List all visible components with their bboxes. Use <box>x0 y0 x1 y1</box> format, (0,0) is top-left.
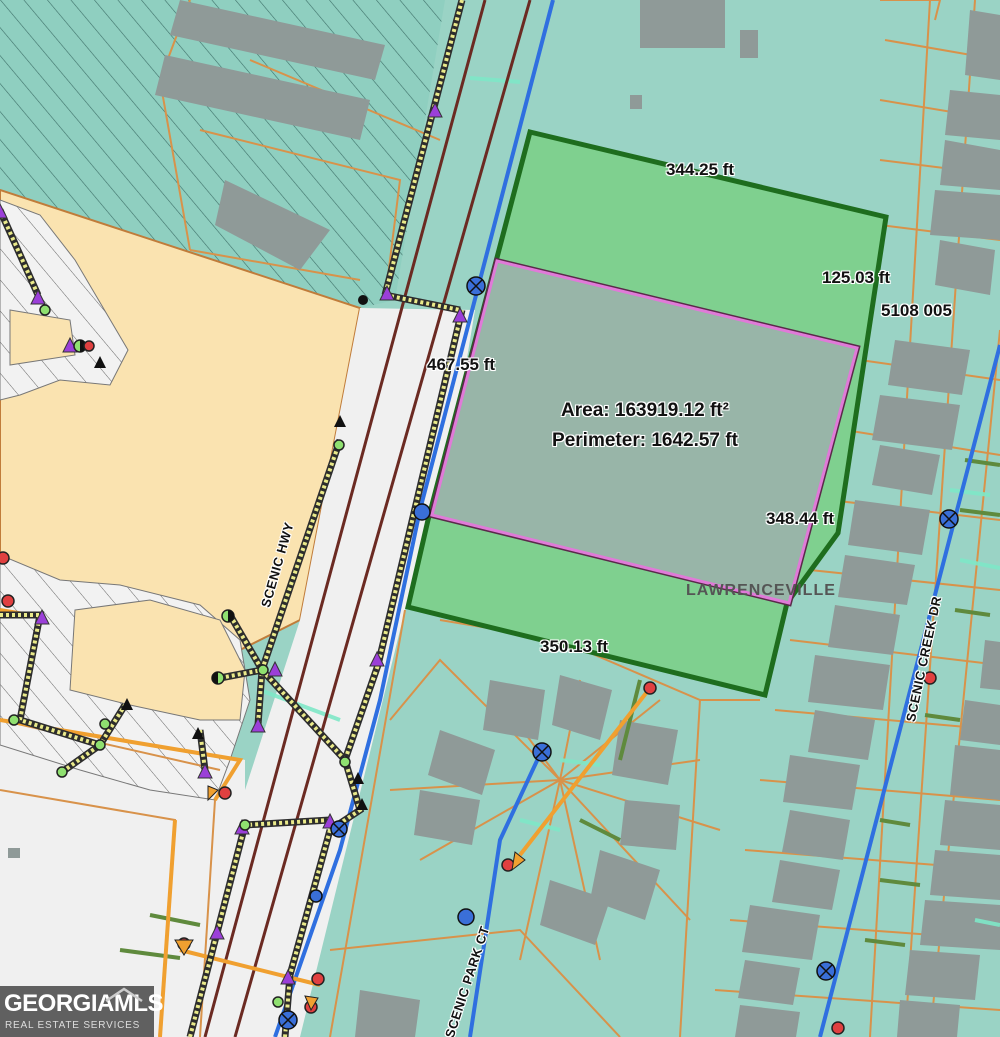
selection-area-label: Area: 163919.12 ft² <box>561 400 729 421</box>
selection-perimeter-label: Perimeter: 1642.57 ft <box>552 430 738 451</box>
map-canvas[interactable] <box>0 0 1000 1037</box>
georgia-mls-logo: GEORGIAMLS REAL ESTATE SERVICES <box>0 986 164 1037</box>
measurement-right-edge: 348.44 ft <box>766 509 835 528</box>
measurement-top-edge: 344.25 ft <box>666 160 735 179</box>
roof-icon <box>105 987 143 1003</box>
map-view[interactable]: 344.25 ft 125.03 ft 5108 005 467.55 ft A… <box>0 0 1000 1037</box>
measurement-left-edge: 467.55 ft <box>427 355 496 374</box>
logo-subtitle: REAL ESTATE SERVICES <box>5 1020 141 1031</box>
measurement-bottom-edge: 350.13 ft <box>540 637 609 656</box>
parcel-id-label: 5108 005 <box>881 301 952 320</box>
measurement-right-top-edge: 125.03 ft <box>822 268 891 287</box>
city-label: LAWRENCEVILLE <box>686 582 836 599</box>
